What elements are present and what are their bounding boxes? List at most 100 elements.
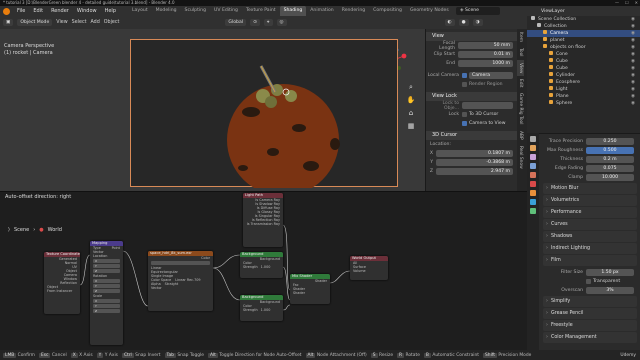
visibility-eye-icon[interactable]: ◉ <box>631 65 635 72</box>
panel-header-film[interactable]: Film <box>543 255 637 266</box>
node-mix-shader[interactable]: Mix Shader Shader Fac Shader Shader <box>290 274 330 304</box>
mapping-input-field[interactable]: Z <box>93 289 120 293</box>
panel-header-shadows[interactable]: Shadows <box>543 231 637 242</box>
snap-icon[interactable]: ⌖ <box>263 19 273 26</box>
tab-sculpting[interactable]: Sculpting <box>181 6 210 16</box>
property-field[interactable]: 10.000 <box>586 174 634 181</box>
lock-object-field[interactable] <box>462 102 513 109</box>
menu-object[interactable]: Object <box>104 20 120 25</box>
tab-shading[interactable]: Shading <box>279 6 307 16</box>
tool-tab-icon[interactable] <box>530 136 536 142</box>
node-background-2[interactable]: Background Background Color Strength 1.00… <box>240 295 283 321</box>
node-world-output[interactable]: World Output All Surface Volume <box>350 256 388 280</box>
mapping-input-field[interactable]: Z <box>93 309 120 313</box>
pan-hand-icon[interactable]: ✋ <box>406 94 416 107</box>
scene-selector[interactable]: ◈ Scene <box>456 7 500 15</box>
visibility-eye-icon[interactable]: ◉ <box>631 30 635 37</box>
vector-socket[interactable]: Vector <box>148 286 213 290</box>
visibility-eye-icon[interactable]: ◉ <box>631 58 635 65</box>
focal-length-field[interactable]: 50 mm <box>458 42 513 49</box>
image-selector[interactable] <box>151 261 210 265</box>
tab-animation[interactable]: Animation <box>306 6 337 16</box>
menu-window[interactable]: Window <box>73 8 101 14</box>
overscan-field[interactable]: 3% <box>586 287 634 294</box>
outliner-row[interactable]: Scene Collection ◉ <box>527 16 640 23</box>
modifier-tab-icon[interactable] <box>530 199 536 205</box>
outliner-row[interactable]: Cone ◉ <box>527 51 640 58</box>
mapping-input-field[interactable]: Z <box>93 269 120 273</box>
menu-add[interactable]: Add <box>90 20 99 25</box>
panel-header-simplify[interactable]: Simplify <box>543 296 637 307</box>
mapping-input-field[interactable]: X <box>93 299 120 303</box>
cursor-z-field[interactable]: 2.947 m <box>436 168 513 175</box>
menu-edit[interactable]: Edit <box>29 8 47 14</box>
outliner-row[interactable]: planet ◉ <box>527 37 640 44</box>
local-camera-checkbox[interactable] <box>462 73 467 78</box>
mapping-input-field[interactable]: X <box>93 279 120 283</box>
scene-tab-icon[interactable] <box>530 172 536 178</box>
mapping-input-field[interactable]: Y <box>93 304 120 308</box>
panel-header-curves[interactable]: Curves <box>543 219 637 230</box>
volume-input-socket[interactable]: Volume <box>350 269 388 273</box>
outliner-row[interactable]: Cube ◉ <box>527 58 640 65</box>
property-field[interactable]: 0.075 <box>586 165 634 172</box>
mapping-input-field[interactable]: Y <box>93 284 120 288</box>
to-3d-cursor-checkbox[interactable] <box>462 112 467 117</box>
overlay-icon[interactable]: ◐ <box>444 19 455 26</box>
outliner-row[interactable]: Plane ◉ <box>527 93 640 100</box>
node-environment-texture[interactable]: space_hdri_8k_sum.exr Color Linear Equir… <box>148 251 213 311</box>
visibility-eye-icon[interactable]: ◉ <box>631 100 635 107</box>
visibility-eye-icon[interactable]: ◉ <box>631 51 635 58</box>
outliner-row[interactable]: objects on floor ◉ <box>527 44 640 51</box>
tab-game-rig-tool[interactable]: Game Rig Tool <box>517 90 524 127</box>
pivot-icon[interactable]: ⊙ <box>250 19 260 26</box>
color-socket-label[interactable]: Color <box>148 256 213 260</box>
outliner-row[interactable]: Sphere ◉ <box>527 100 640 107</box>
view-layer-selector[interactable]: ViewLayer <box>527 7 640 16</box>
shader-input-2[interactable]: Shader <box>290 291 330 295</box>
tab-view[interactable]: View <box>517 59 524 76</box>
3d-cursor-section-header[interactable]: 3D Cursor <box>426 131 517 140</box>
panel-header-grease-pencil[interactable]: Grease Pencil <box>543 308 637 319</box>
node-texture-coordinate[interactable]: Texture Coordinate Generated Normal UV O… <box>44 252 80 314</box>
node-mapping[interactable]: Mapping Type Point Vector Location X Y Z Rotat… <box>90 241 123 345</box>
type-dropdown[interactable]: Point <box>112 246 120 250</box>
tab-item[interactable]: Item <box>517 29 524 45</box>
visibility-eye-icon[interactable]: ◉ <box>631 37 635 44</box>
tab-tool[interactable]: Tool <box>517 45 524 60</box>
editor-type-icon[interactable]: ▣ <box>3 19 14 26</box>
panel-header-performance[interactable]: Performance <box>543 207 637 218</box>
tab-edit[interactable]: Edit <box>517 76 524 91</box>
clip-start-field[interactable]: 0.01 m <box>458 51 513 58</box>
node-background-1[interactable]: Background Background Color Strength 1.00… <box>240 252 283 278</box>
data-tab-icon[interactable] <box>530 208 536 214</box>
blender-logo-icon[interactable] <box>3 7 10 15</box>
visibility-eye-icon[interactable]: ◉ <box>631 44 635 51</box>
property-field[interactable]: 0.2 m <box>586 156 634 163</box>
menu-render[interactable]: Render <box>47 8 73 14</box>
tab-uv-editing[interactable]: UV Editing <box>210 6 242 16</box>
property-field[interactable]: 0.250 <box>586 138 634 145</box>
transparent-checkbox[interactable] <box>586 279 591 284</box>
panel-header-motion-blur[interactable]: Motion Blur <box>543 183 637 194</box>
light-path-output-socket[interactable]: Is Transmission Ray <box>243 222 283 226</box>
tab-texture-paint[interactable]: Texture Paint <box>242 6 280 16</box>
strength-field[interactable]: 1.000 <box>261 308 271 312</box>
color-space-dropdown[interactable]: Linear Rec.709 <box>175 278 200 282</box>
proportional-icon[interactable]: ◎ <box>276 19 287 26</box>
node-light-path[interactable]: Light Path Is Camera Ray Is Shadow Ray Is … <box>243 193 283 247</box>
tab-geometry-nodes[interactable]: Geometry Nodes <box>406 6 453 16</box>
alpha-dropdown[interactable]: Straight <box>165 282 179 286</box>
outliner-row[interactable]: Collection ◉ <box>527 23 640 30</box>
panel-header-freestyle[interactable]: Freestyle <box>543 320 637 331</box>
outliner-row[interactable]: Camera ◉ <box>527 30 640 37</box>
visibility-eye-icon[interactable]: ◉ <box>631 16 635 23</box>
panel-header-indirect-lighting[interactable]: Indirect Lighting <box>543 243 637 254</box>
property-field[interactable]: 0.500 <box>586 147 634 154</box>
output-tab-icon[interactable] <box>530 154 536 160</box>
tab-modeling[interactable]: Modeling <box>152 6 181 16</box>
mapping-input-field[interactable]: X <box>93 259 120 263</box>
render-tab-icon[interactable] <box>530 145 536 151</box>
tab-compositing[interactable]: Compositing <box>369 6 406 16</box>
visibility-eye-icon[interactable]: ◉ <box>631 23 635 30</box>
